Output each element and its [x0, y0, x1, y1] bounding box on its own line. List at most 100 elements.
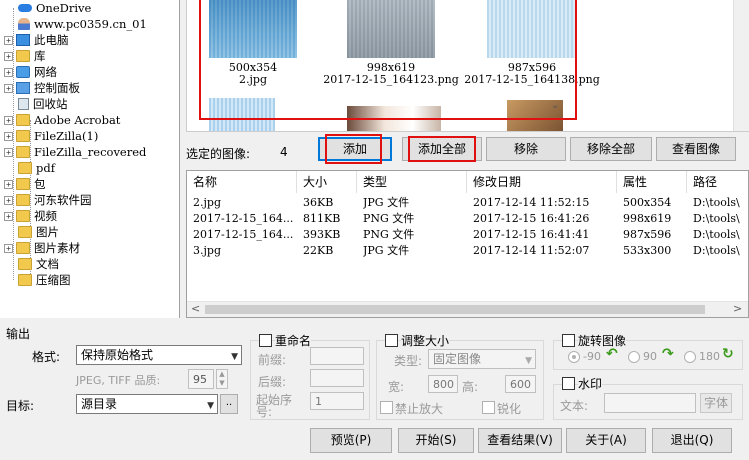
tree-item-filezilla-recovered[interactable]: + FileZilla_recovered	[4, 144, 146, 160]
thumbnail-scrollbar[interactable]	[733, 0, 749, 131]
cell-attributes: 998x619	[623, 212, 672, 225]
tree-item-label: www.pc0359.cn_01	[34, 17, 147, 31]
folder-icon	[18, 162, 32, 174]
expand-icon[interactable]: +	[4, 131, 13, 141]
column-header-attributes[interactable]: 属性	[617, 171, 687, 193]
tree-item-adobe-acrobat[interactable]: + Adobe Acrobat	[4, 112, 120, 128]
rename-checkbox[interactable]	[259, 334, 272, 347]
column-header-name[interactable]: 名称	[187, 171, 297, 193]
watermark-checkbox[interactable]	[562, 377, 575, 390]
quality-input[interactable]: 95	[188, 369, 214, 389]
watermark-text-input[interactable]	[604, 393, 696, 413]
tree-item-this-pc[interactable]: + 此电脑	[4, 32, 69, 48]
rotate-180-icon: ↻	[722, 346, 734, 362]
folder-icon	[16, 194, 30, 206]
tree-item-video[interactable]: + 视频	[4, 208, 57, 224]
tree-item-picture-assets[interactable]: + 图片素材	[4, 240, 80, 256]
expand-icon[interactable]: +	[4, 243, 13, 253]
cell-name: 2.jpg	[193, 196, 221, 209]
about-button[interactable]: 关于(A)	[566, 428, 646, 453]
tree-item-bao[interactable]: + 包	[4, 176, 46, 192]
rotate-checkbox[interactable]	[562, 334, 575, 347]
height-input[interactable]: 600	[505, 375, 536, 393]
tree-item-recycle-bin[interactable]: 回收站	[18, 96, 68, 112]
tree-item-filezilla-1[interactable]: + FileZilla(1)	[4, 128, 98, 144]
no-enlarge-checkbox[interactable]	[380, 401, 393, 414]
thumbnail-panel[interactable]: 500x354 2.jpg 998x619 2017-12-15_164123.…	[186, 0, 749, 132]
control-panel-icon	[16, 82, 30, 94]
chevron-down-icon: ▼	[525, 356, 532, 366]
resize-type-value: 固定图像	[433, 352, 482, 366]
format-dropdown[interactable]: 保持原始格式 ▼	[76, 345, 242, 365]
column-header-modified[interactable]: 修改日期	[467, 171, 617, 193]
folder-icon	[16, 114, 30, 126]
computer-icon	[16, 34, 30, 46]
suffix-input[interactable]	[310, 369, 364, 387]
expand-icon[interactable]: +	[4, 179, 13, 189]
width-input[interactable]: 800	[428, 375, 458, 393]
cell-size: 393KB	[303, 228, 341, 241]
scroll-thumb[interactable]	[205, 305, 705, 314]
expand-icon[interactable]: +	[4, 211, 13, 221]
view-image-button[interactable]: 查看图像	[656, 137, 736, 161]
cell-attributes: 533x300	[623, 244, 672, 257]
rotate-minus90-radio[interactable]	[568, 351, 580, 363]
library-icon	[16, 50, 30, 62]
expand-icon[interactable]: +	[4, 195, 13, 205]
expand-icon[interactable]: +	[4, 51, 13, 61]
recycle-bin-icon	[18, 98, 29, 110]
file-list[interactable]: 名称 大小 类型 修改日期 属性 路径 2.jpg 36KB JPG 文件 20…	[186, 170, 749, 318]
target-dropdown[interactable]: 源目录 ▼	[76, 394, 218, 414]
expand-icon[interactable]: +	[4, 67, 13, 77]
exit-button[interactable]: 退出(Q)	[652, 428, 732, 453]
cell-modified: 2017-12-14 11:52:15	[473, 196, 590, 209]
tree-item-pictures[interactable]: 图片	[18, 224, 59, 240]
tree-item-label: FileZilla_recovered	[34, 145, 147, 159]
rotate-ccw-icon: ↶	[606, 346, 618, 362]
tree-item-compressed[interactable]: 压缩图	[18, 272, 71, 288]
remove-button[interactable]: 移除	[486, 137, 566, 161]
expand-icon[interactable]: +	[4, 35, 13, 45]
folder-tree[interactable]: OneDrive www.pc0359.cn_01 + 此电脑 + 库 + 网络…	[0, 0, 180, 318]
tree-item-library[interactable]: + 库	[4, 48, 46, 64]
resize-type-dropdown[interactable]: 固定图像 ▼	[428, 349, 536, 369]
column-header-type[interactable]: 类型	[357, 171, 467, 193]
resize-title: 调整大小	[401, 332, 450, 349]
font-button[interactable]: 字体	[700, 393, 732, 413]
column-header-path[interactable]: 路径	[687, 171, 748, 193]
start-button[interactable]: 开始(S)	[398, 428, 474, 453]
browse-button[interactable]: ..	[220, 394, 238, 414]
column-header-size[interactable]: 大小	[297, 171, 357, 193]
quality-spinner[interactable]: ▲ ▼	[216, 369, 228, 389]
expand-icon[interactable]: +	[4, 83, 13, 93]
table-row[interactable]: 2017-12-15_164... 811KB PNG 文件 2017-12-1…	[187, 211, 748, 227]
remove-all-button[interactable]: 移除全部	[570, 137, 652, 161]
expand-icon[interactable]: +	[4, 147, 13, 157]
tree-item-control-panel[interactable]: + 控制面板	[4, 80, 80, 96]
resize-checkbox[interactable]	[385, 334, 398, 347]
view-result-button[interactable]: 查看结果(V)	[478, 428, 562, 453]
tree-item-label: 回收站	[33, 97, 68, 111]
table-row[interactable]: 3.jpg 22KB JPG 文件 2017-12-14 11:52:07 53…	[187, 243, 748, 259]
tree-item-documents[interactable]: 文档	[18, 256, 59, 272]
width-value: 800	[433, 378, 454, 391]
tree-item-pdf[interactable]: pdf	[18, 160, 55, 176]
expand-icon[interactable]: +	[4, 115, 13, 125]
table-row[interactable]: 2017-12-15_164... 393KB PNG 文件 2017-12-1…	[187, 227, 748, 243]
sharpen-label: 锐化	[497, 402, 522, 416]
preview-button[interactable]: 预览(P)	[310, 428, 392, 453]
scroll-left-icon[interactable]: <	[191, 302, 200, 315]
rotate-180-radio[interactable]	[684, 351, 696, 363]
tree-item-network[interactable]: + 网络	[4, 64, 57, 80]
table-row[interactable]: 2.jpg 36KB JPG 文件 2017-12-14 11:52:15 50…	[187, 195, 748, 211]
rotate-90-radio[interactable]	[628, 351, 640, 363]
rotate-180-label: 180	[699, 350, 720, 363]
scroll-right-icon[interactable]: >	[733, 302, 742, 315]
tree-item-onedrive[interactable]: OneDrive	[18, 0, 91, 16]
start-number-input[interactable]: 1	[310, 392, 364, 410]
horizontal-scrollbar[interactable]: < >	[187, 301, 748, 317]
tree-item-hedong[interactable]: + 河东软件园	[4, 192, 92, 208]
tree-item-user[interactable]: www.pc0359.cn_01	[18, 16, 147, 32]
prefix-input[interactable]	[310, 347, 364, 365]
sharpen-checkbox[interactable]	[482, 401, 495, 414]
